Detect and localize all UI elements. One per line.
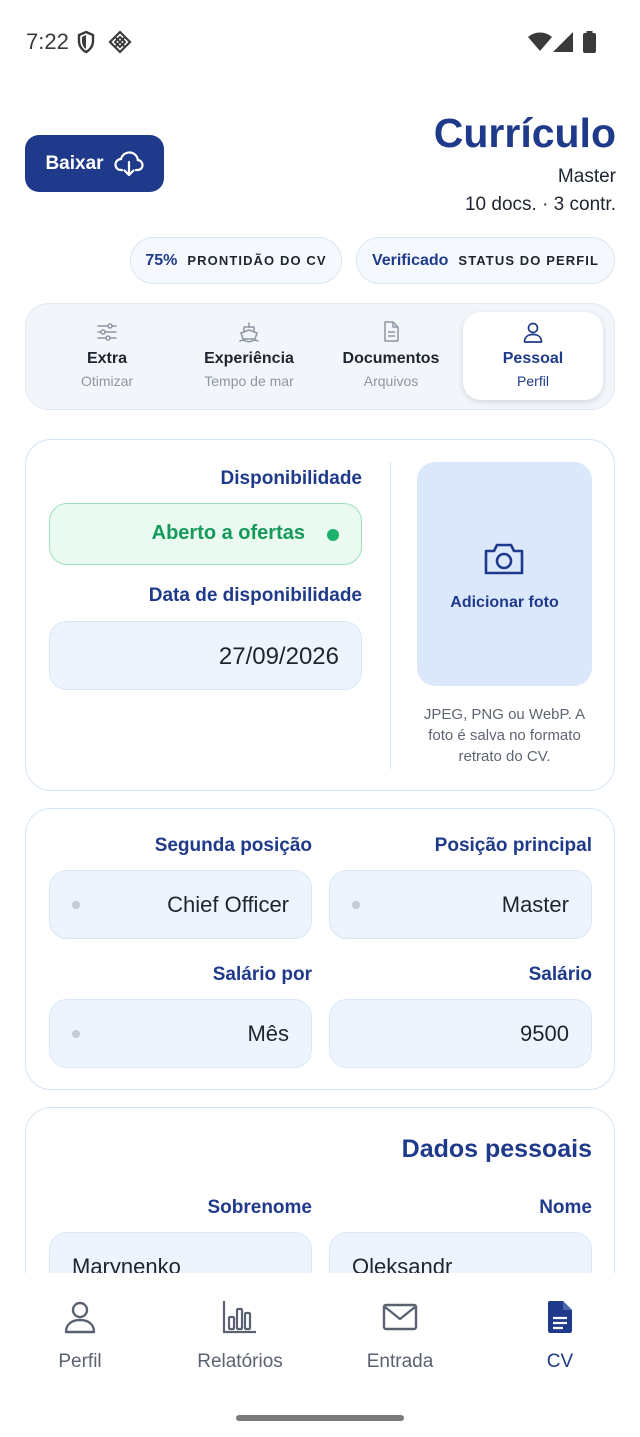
nav-profile[interactable]: Perfil — [0, 1273, 160, 1383]
ship-icon — [239, 322, 259, 343]
field-bullet — [72, 901, 80, 909]
primary-position-label: Posição principal — [434, 835, 592, 856]
tab-extra-label: Extra — [86, 350, 128, 367]
card-divider — [390, 462, 391, 769]
salary-value: 9500 — [520, 1021, 569, 1046]
document-filled-icon — [548, 1301, 572, 1333]
profile-status-label: STATUS DO PERFIL — [458, 253, 600, 268]
primary-position-value: Master — [501, 892, 569, 917]
field-bullet — [72, 1030, 80, 1038]
nav-inbox[interactable]: Entrada — [320, 1273, 480, 1383]
secondary-position-field[interactable]: Chief Officer — [49, 870, 312, 939]
personal-data-title: Dados pessoais — [401, 1135, 592, 1163]
camera-icon — [484, 543, 524, 575]
availability-value: Aberto a ofertas — [151, 522, 305, 544]
nav-inbox-label: Entrada — [366, 1351, 434, 1372]
sliders-icon — [97, 323, 117, 341]
nav-reports-label: Relatórios — [197, 1351, 283, 1372]
salary-label: Salário — [528, 964, 592, 985]
cv-readiness-pill: 75% PRONTIDÃO DO CV — [130, 237, 342, 284]
tab-experience-sub: Tempo de mar — [204, 373, 294, 389]
tab-experience[interactable]: Experiência Tempo de mar — [179, 312, 319, 400]
salary-period-field[interactable]: Mês — [49, 999, 312, 1068]
mail-icon — [382, 1303, 418, 1331]
person-icon — [523, 322, 543, 343]
page-title: Currículo — [433, 110, 616, 156]
secondary-position-label: Segunda posição — [154, 835, 312, 856]
section-tabs: Extra Otimizar Experiência Tempo de mar … — [25, 303, 615, 410]
add-photo-label: Adicionar foto — [450, 594, 559, 611]
home-indicator[interactable] — [236, 1415, 404, 1421]
primary-position-field[interactable]: Master — [329, 870, 592, 939]
salary-period-label: Salário por — [212, 964, 312, 985]
salary-period-value: Mês — [247, 1021, 289, 1046]
tab-documents-sub: Arquivos — [363, 373, 419, 389]
person-icon — [64, 1301, 96, 1334]
positions-card: Segunda posição Posição principal Chief … — [25, 808, 615, 1090]
battery-icon — [583, 31, 596, 53]
availability-label: Disponibilidade — [220, 468, 362, 489]
nav-profile-label: Perfil — [58, 1351, 102, 1372]
availability-select[interactable]: Aberto a ofertas — [49, 503, 362, 565]
name-label: Nome — [539, 1197, 592, 1218]
tab-extra[interactable]: Extra Otimizar — [37, 312, 177, 400]
available-status-dot — [327, 529, 339, 541]
bottom-navigation: Perfil Relatórios Entrada CV — [0, 1273, 640, 1437]
profile-status-pill: Verificado STATUS DO PERFIL — [356, 237, 615, 284]
tab-extra-sub: Otimizar — [80, 373, 134, 389]
bar-chart-icon — [222, 1301, 256, 1334]
tab-personal-label: Pessoal — [502, 350, 564, 367]
surname-label: Sobrenome — [207, 1197, 312, 1218]
nav-cv[interactable]: CV — [480, 1273, 640, 1383]
tab-experience-label: Experiência — [204, 350, 294, 367]
signal-icon — [553, 32, 573, 52]
nav-cv-label: CV — [546, 1351, 574, 1372]
photo-hint: JPEG, PNG ou WebP. A foto é salva no for… — [423, 706, 586, 765]
header-summary: 10 docs. · 3 contr. — [464, 194, 616, 215]
cloud-download-icon — [113, 150, 144, 176]
availability-card: Disponibilidade Aberto a ofertas Data de… — [25, 439, 615, 791]
download-button[interactable]: Baixar — [25, 135, 164, 192]
status-bar: 7:22 — [0, 0, 640, 84]
add-photo-button[interactable]: Adicionar foto — [417, 462, 592, 686]
cv-readiness-label: PRONTIDÃO DO CV — [187, 253, 327, 268]
status-time: 7:22 — [26, 29, 69, 54]
profile-status-value: Verificado — [371, 251, 449, 269]
document-icon — [384, 321, 399, 342]
tab-personal-sub: Perfil — [517, 373, 549, 389]
field-bullet — [352, 901, 360, 909]
availability-date-value: 27/09/2026 — [218, 643, 339, 670]
secondary-position-value: Chief Officer — [167, 892, 289, 917]
tab-documents-label: Documentos — [342, 350, 440, 367]
tab-personal[interactable]: Pessoal Perfil — [463, 312, 603, 400]
wifi-icon — [528, 32, 552, 51]
availability-date-label: Data de disponibilidade — [148, 585, 362, 606]
salary-field[interactable]: 9500 — [329, 999, 592, 1068]
nav-reports[interactable]: Relatórios — [160, 1273, 320, 1383]
availability-date-field[interactable]: 27/09/2026 — [49, 621, 362, 690]
header-rank: Master — [557, 166, 616, 187]
tab-documents[interactable]: Documentos Arquivos — [321, 312, 461, 400]
pattern-icon — [108, 30, 132, 54]
shield-icon — [77, 30, 95, 54]
cv-readiness-value: 75% — [145, 251, 178, 269]
download-button-label: Baixar — [45, 152, 104, 174]
